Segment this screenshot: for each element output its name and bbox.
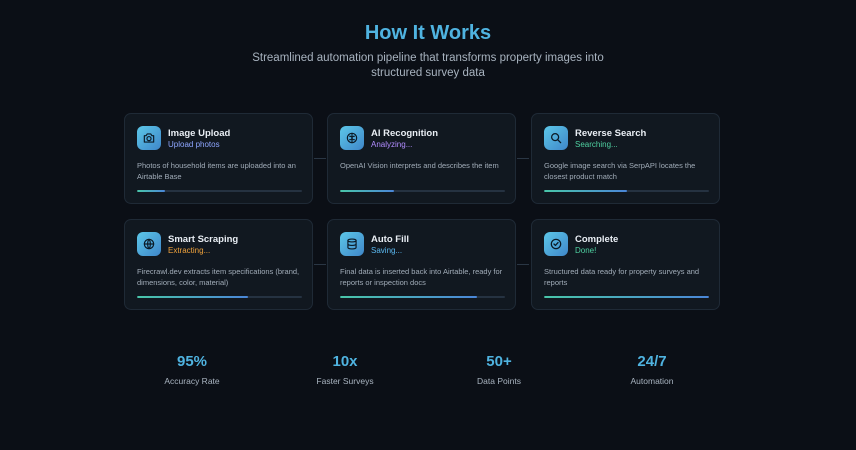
stat-value: 95%: [176, 353, 208, 370]
progress-track: [340, 296, 505, 298]
progress-fill: [340, 190, 395, 192]
stat-value: 10x: [332, 353, 358, 370]
step-card-complete: Complete Done! Structured data ready for…: [531, 219, 720, 310]
database-icon: [340, 232, 364, 256]
brain-icon: [340, 126, 364, 150]
progress-track: [544, 296, 709, 298]
flow-connector: [314, 158, 326, 159]
flow-connector: [517, 158, 529, 159]
stat-label: Data Points: [477, 376, 521, 386]
step-status: Extracting...: [168, 246, 211, 255]
progress-fill: [544, 296, 709, 298]
step-card-reverse-search: Reverse Search Searching... Google image…: [531, 113, 720, 204]
stat-automation: 24/7 Automation: [592, 353, 712, 386]
step-title: Smart Scraping: [168, 234, 239, 245]
step-description: Photos of household items are uploaded i…: [137, 161, 296, 181]
step-status: Saving...: [371, 246, 403, 255]
section-title: How It Works: [364, 22, 492, 44]
progress-track: [137, 190, 302, 192]
step-title: Image Upload: [168, 128, 231, 139]
stat-speed: 10x Faster Surveys: [285, 353, 405, 386]
camera-icon: [137, 126, 161, 150]
search-icon: [544, 126, 568, 150]
step-description: Structured data ready for property surve…: [544, 267, 700, 287]
step-status: Done!: [575, 246, 597, 255]
step-title: Auto Fill: [371, 234, 409, 245]
step-status: Searching...: [575, 140, 618, 149]
progress-fill: [340, 296, 477, 298]
flow-connector: [314, 264, 326, 265]
step-title: Complete: [575, 234, 619, 245]
step-card-image-upload: Image Upload Upload photos Photos of hou…: [124, 113, 313, 204]
stat-label: Faster Surveys: [316, 376, 374, 386]
section-subtitle: Streamlined automation pipeline that tra…: [252, 52, 604, 79]
progress-track: [340, 190, 505, 192]
step-card-ai-recognition: AI Recognition Analyzing... OpenAI Visio…: [327, 113, 516, 204]
progress-fill: [137, 296, 248, 298]
step-status: Analyzing...: [371, 140, 413, 149]
step-description: Final data is inserted back into Airtabl…: [340, 267, 503, 287]
globe-icon: [137, 232, 161, 256]
progress-fill: [137, 190, 166, 192]
step-status: Upload photos: [168, 140, 220, 149]
step-title: AI Recognition: [371, 128, 439, 139]
step-description: OpenAI Vision interprets and describes t…: [340, 161, 499, 170]
progress-track: [137, 296, 302, 298]
stat-label: Automation: [630, 376, 674, 386]
step-card-smart-scraping: Smart Scraping Extracting... Firecrawl.d…: [124, 219, 313, 310]
stat-label: Accuracy Rate: [164, 376, 220, 386]
stat-data-points: 50+ Data Points: [439, 353, 559, 386]
stat-accuracy: 95% Accuracy Rate: [132, 353, 252, 386]
progress-fill: [544, 190, 627, 192]
stat-value: 50+: [486, 353, 512, 370]
step-title: Reverse Search: [575, 128, 647, 139]
progress-track: [544, 190, 709, 192]
step-description: Firecrawl.dev extracts item specificatio…: [137, 267, 300, 287]
step-description: Google image search via SerpAPI locates …: [544, 161, 696, 181]
stat-value: 24/7: [637, 353, 667, 370]
flow-connector: [517, 264, 529, 265]
step-card-auto-fill: Auto Fill Saving... Final data is insert…: [327, 219, 516, 310]
check-circle-icon: [544, 232, 568, 256]
